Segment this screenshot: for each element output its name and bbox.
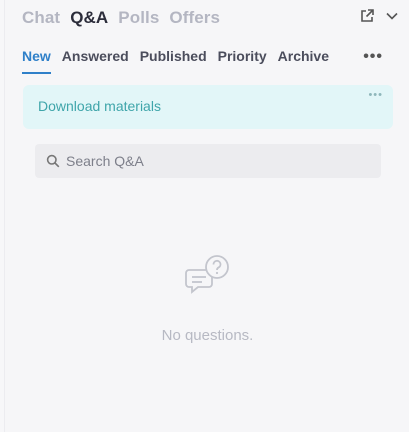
- tab-chat[interactable]: Chat: [22, 8, 60, 28]
- popout-icon[interactable]: [359, 8, 375, 24]
- subtab-answered[interactable]: Answered: [62, 48, 129, 72]
- search-icon: [46, 154, 60, 168]
- qa-subtabs: New Answered Published Priority Archive: [22, 48, 329, 74]
- chevron-down-icon[interactable]: [384, 8, 400, 24]
- search-input[interactable]: [66, 153, 366, 169]
- subtab-new[interactable]: New: [22, 48, 51, 74]
- subtab-published[interactable]: Published: [140, 48, 207, 72]
- subtab-priority[interactable]: Priority: [218, 48, 267, 72]
- qa-panel: Chat Q&A Polls Offers New Answered Publi…: [4, 0, 409, 432]
- top-tabs: Chat Q&A Polls Offers: [22, 8, 220, 28]
- question-bubbles-icon: [185, 255, 231, 306]
- header-actions: [359, 8, 400, 24]
- download-materials-banner: Download materials •••: [23, 85, 393, 129]
- tab-qa[interactable]: Q&A: [70, 8, 108, 28]
- subtab-archive[interactable]: Archive: [278, 48, 329, 72]
- download-materials-link[interactable]: Download materials: [38, 98, 161, 114]
- tab-polls[interactable]: Polls: [118, 8, 159, 28]
- tab-offers[interactable]: Offers: [169, 8, 220, 28]
- search-box: [35, 144, 381, 178]
- more-options-icon[interactable]: •••: [363, 48, 383, 66]
- download-more-icon[interactable]: •••: [368, 89, 383, 101]
- empty-state-text: No questions.: [161, 327, 254, 344]
